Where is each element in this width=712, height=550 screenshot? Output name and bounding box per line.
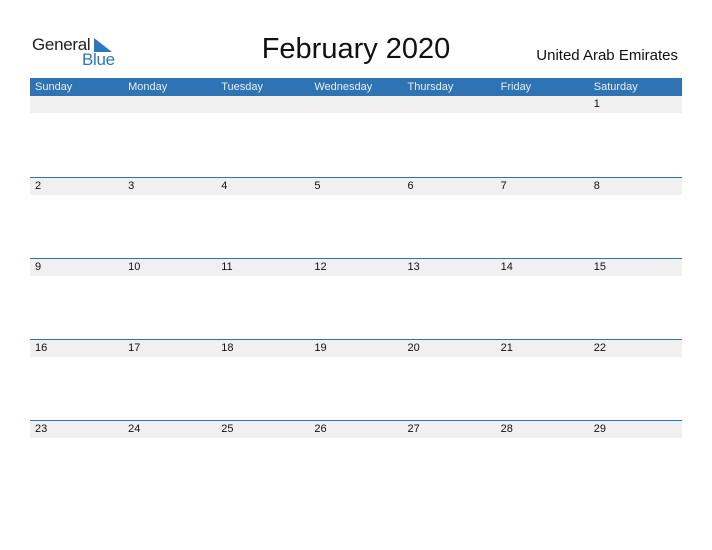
day-cell: 11 — [221, 261, 233, 273]
weekday-wednesday: Wednesday — [314, 81, 373, 93]
weekday-header: Sunday Monday Tuesday Wednesday Thursday… — [30, 78, 682, 96]
day-cell: 27 — [407, 423, 420, 435]
day-cell: 2 — [35, 180, 42, 192]
day-cell: 23 — [35, 423, 48, 435]
day-cell — [309, 96, 402, 113]
day-cell: 20 — [407, 342, 420, 354]
day-cell — [30, 96, 123, 113]
day-cell: 25 — [221, 423, 234, 435]
week-row-3: 9 10 11 12 13 14 15 — [30, 258, 682, 338]
weekday-friday: Friday — [500, 81, 532, 93]
week-row-2: 2 3 4 5 6 7 8 — [30, 177, 682, 257]
day-cell: 14 — [500, 261, 513, 273]
weekday-sunday: Sunday — [35, 81, 73, 93]
day-cell: 22 — [593, 342, 606, 354]
date-band: 16 17 18 19 20 21 22 — [30, 339, 682, 357]
date-band: 23 24 25 26 27 28 29 — [30, 420, 682, 438]
day-cell: 7 — [500, 180, 507, 192]
day-cell: 3 — [128, 180, 135, 192]
weekday-saturday: Saturday — [593, 81, 638, 93]
week-row-1: 1 — [30, 96, 682, 176]
week-row-4: 16 17 18 19 20 21 22 — [30, 339, 682, 419]
day-cell: 6 — [407, 180, 414, 192]
day-cell: 26 — [314, 423, 327, 435]
day-cell — [123, 96, 216, 113]
weekday-monday: Monday — [128, 81, 168, 93]
day-cell: 13 — [407, 261, 420, 273]
day-cell — [496, 96, 589, 113]
day-cell: 19 — [314, 342, 327, 354]
weekday-thursday: Thursday — [407, 81, 454, 93]
date-band: 1 — [30, 96, 682, 113]
day-cell: 29 — [593, 423, 606, 435]
day-cell: 8 — [593, 180, 600, 192]
date-band: 9 10 11 12 13 14 15 — [30, 258, 682, 276]
day-cell: 15 — [593, 261, 606, 273]
day-cell: 28 — [500, 423, 513, 435]
day-cell: 10 — [128, 261, 141, 273]
date-band: 2 3 4 5 6 7 8 — [30, 177, 682, 195]
day-cell: 9 — [35, 261, 42, 273]
day-cell: 24 — [128, 423, 141, 435]
country-label: United Arab Emirates — [536, 47, 678, 64]
day-cell: 5 — [314, 180, 321, 192]
weekday-tuesday: Tuesday — [221, 81, 264, 93]
day-cell: 18 — [221, 342, 234, 354]
day-cell: 17 — [128, 342, 141, 354]
day-cell — [216, 96, 309, 113]
week-row-5: 23 24 25 26 27 28 29 — [30, 420, 682, 500]
day-cell — [403, 96, 496, 113]
day-cell: 16 — [35, 342, 48, 354]
day-cell: 4 — [221, 180, 228, 192]
day-cell: 1 — [593, 98, 600, 110]
day-cell: 12 — [314, 261, 327, 273]
day-cell: 21 — [500, 342, 513, 354]
